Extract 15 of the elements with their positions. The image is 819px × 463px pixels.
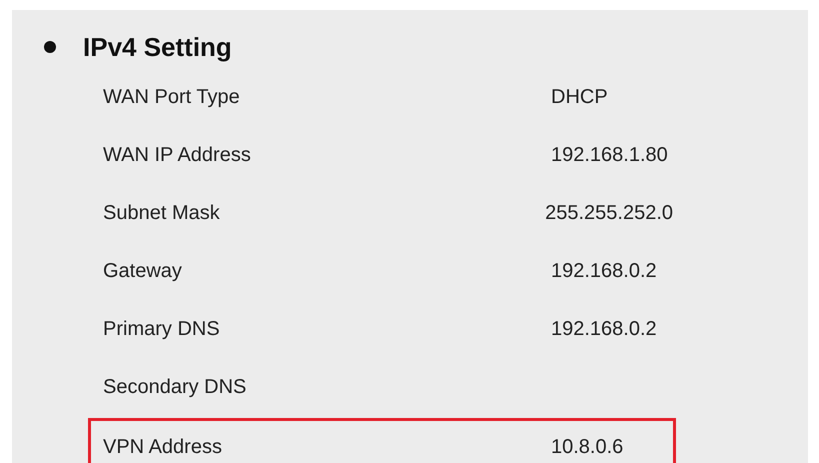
field-label: Secondary DNS xyxy=(102,376,248,398)
field-label: Gateway xyxy=(102,260,183,282)
field-value: 192.168.0.2 xyxy=(551,318,657,340)
bullet-icon xyxy=(44,41,56,53)
field-label: VPN Address xyxy=(102,436,223,458)
section-title: IPv4 Setting xyxy=(83,32,232,62)
field-value: 255.255.252.0 xyxy=(545,202,673,224)
field-value: 192.168.0.2 xyxy=(551,260,657,282)
field-label: WAN Port Type xyxy=(102,86,241,108)
field-value: 10.8.0.6 xyxy=(551,436,624,458)
field-label: Subnet Mask xyxy=(102,202,221,224)
field-value: DHCP xyxy=(551,86,608,108)
field-value: 192.168.1.80 xyxy=(551,144,668,166)
field-label: Primary DNS xyxy=(102,318,221,340)
field-label: WAN IP Address xyxy=(102,144,252,166)
